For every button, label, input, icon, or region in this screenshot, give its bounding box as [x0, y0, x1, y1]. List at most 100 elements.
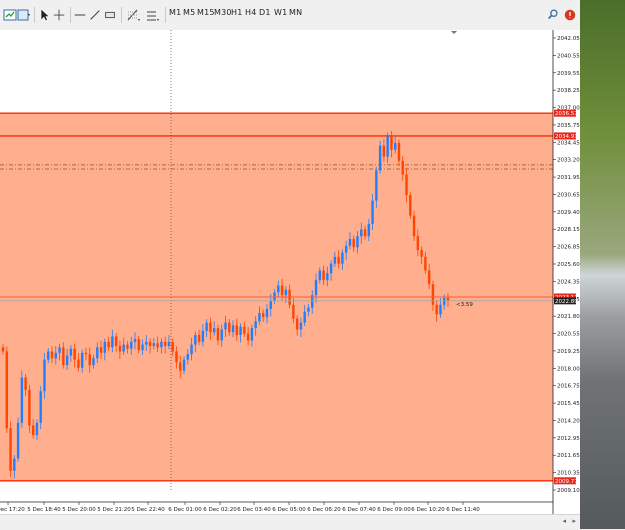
scroll-left-icon[interactable]: ◂	[562, 517, 566, 525]
candle-body	[367, 223, 371, 237]
scroll-right-icon[interactable]: ▸	[572, 517, 576, 525]
horizontal-scrollbar[interactable]: ◂ ▸	[0, 514, 580, 530]
candle-body	[50, 351, 54, 359]
candle-body	[386, 136, 389, 157]
candle-body	[92, 358, 95, 366]
candle-body	[160, 341, 163, 348]
crosshair-icon[interactable]	[52, 6, 66, 24]
price-tick-label: 2038.25	[557, 88, 580, 94]
candle-body	[190, 344, 193, 355]
candle-body	[326, 273, 329, 281]
candle-body	[20, 377, 24, 423]
equidistant-channel-icon[interactable]	[143, 6, 161, 24]
time-tick-label: 6 Dec 06:20	[307, 507, 341, 513]
candle-body	[231, 325, 235, 333]
candle-body	[209, 322, 212, 333]
candle-body	[356, 236, 359, 248]
timeframe-m1[interactable]: M1	[169, 8, 181, 17]
candle-body	[9, 428, 12, 471]
candle-body	[405, 174, 408, 196]
candle-body	[103, 341, 107, 353]
time-tick-label: 6 Dec 07:40	[342, 507, 376, 513]
price-tick-label: 2030.65	[557, 192, 580, 198]
candle-body	[5, 351, 8, 429]
timeframe-h1[interactable]: H1	[231, 8, 243, 17]
search-icon[interactable]	[546, 6, 560, 24]
candle-body	[39, 391, 42, 423]
timeframe-mn[interactable]: MN	[289, 8, 302, 17]
zone-top-price-tag: 2036.57	[555, 111, 578, 117]
candlestick-chart-svg[interactable]: <3.592042.052040.552039.552038.252037.00…	[0, 30, 580, 514]
price-tick-label: 2014.20	[557, 418, 580, 424]
candle-body	[409, 195, 412, 216]
candle-body	[235, 325, 239, 335]
price-tick-label: 2040.55	[557, 53, 580, 59]
candle-body	[179, 362, 182, 371]
price-tick-label: 2029.40	[557, 210, 580, 216]
price-tick-label: 2020.55	[557, 332, 580, 338]
candle-body	[246, 333, 250, 341]
cursor-icon[interactable]	[37, 6, 51, 24]
time-tick-label: 5 Dec 21:20	[97, 507, 131, 513]
candle-body	[201, 330, 205, 342]
candle-body	[446, 297, 450, 301]
candle-body	[47, 351, 50, 360]
candle-body	[167, 341, 171, 346]
bid-price-tag: 2022.89	[555, 299, 578, 305]
price-chart[interactable]: <3.59 2042.05 2040.55 2039.55 2038.25 2037.00…	[0, 30, 580, 529]
candle-body	[175, 351, 178, 363]
hline-icon[interactable]	[73, 6, 87, 24]
time-tick-label: 6 Dec 11:40	[446, 507, 480, 513]
price-tick-label: 2015.45	[557, 401, 580, 407]
candle-body	[107, 341, 110, 348]
candle-body	[24, 377, 27, 390]
candle-body	[77, 359, 80, 368]
candle-body	[322, 270, 325, 281]
candle-body	[65, 355, 69, 366]
trendline-icon[interactable]	[88, 6, 102, 24]
zone-level-price-tag: 2034.91	[555, 134, 578, 140]
price-tick-label: 2018.00	[557, 366, 580, 372]
candle-body	[220, 329, 223, 341]
candle-body	[341, 252, 344, 264]
trading-terminal-window: M1 M5 M15 M30 H1 H4 D1 W1 MN <3.59 2042.0…	[0, 0, 580, 530]
candle-body	[378, 145, 382, 171]
price-tick-label: 2028.15	[557, 227, 580, 233]
candle-body	[352, 238, 355, 248]
chart-toolbar: M1 M5 M15 M30 H1 H4 D1 W1 MN	[0, 0, 580, 31]
timeframe-m5[interactable]: M5	[183, 8, 195, 17]
candle-body	[431, 284, 435, 305]
templates-icon[interactable]	[14, 6, 34, 24]
timeframe-m30[interactable]: M30	[214, 8, 232, 17]
candle-body	[329, 263, 333, 274]
candle-body	[16, 422, 20, 459]
candle-body	[126, 344, 129, 349]
candle-body	[239, 326, 242, 335]
time-tick-label: 5 Dec 20:00	[62, 507, 96, 513]
timeframe-m15[interactable]: M15	[197, 8, 215, 17]
candle-body	[13, 458, 16, 471]
candle-body	[88, 354, 91, 366]
price-tick-label: 2042.05	[557, 36, 580, 42]
price-tick-label: 2033.20	[557, 158, 580, 164]
candle-body	[424, 256, 427, 271]
candle-body	[130, 341, 133, 349]
timeframe-w1[interactable]: W1	[274, 8, 287, 17]
candle-body	[80, 352, 84, 368]
candle-body	[111, 336, 114, 348]
timeframe-d1[interactable]: D1	[259, 8, 271, 17]
fibonacci-icon[interactable]	[124, 6, 142, 24]
candle-body	[397, 142, 401, 161]
candle-body	[182, 359, 186, 371]
candle-body	[412, 215, 416, 237]
candle-body	[250, 328, 254, 341]
candle-body	[122, 344, 125, 352]
zone-bottom-price-tag: 2009.77	[555, 479, 578, 485]
time-tick-label: 5 Dec 18:40	[27, 507, 61, 513]
time-tick-label: 5 Dec 22:40	[131, 507, 165, 513]
notification-icon[interactable]	[563, 6, 577, 24]
price-tick-label: 2009.10	[557, 488, 580, 494]
candle-body	[186, 354, 189, 360]
rectangle-icon[interactable]	[103, 6, 117, 24]
timeframe-h4[interactable]: H4	[245, 8, 257, 17]
